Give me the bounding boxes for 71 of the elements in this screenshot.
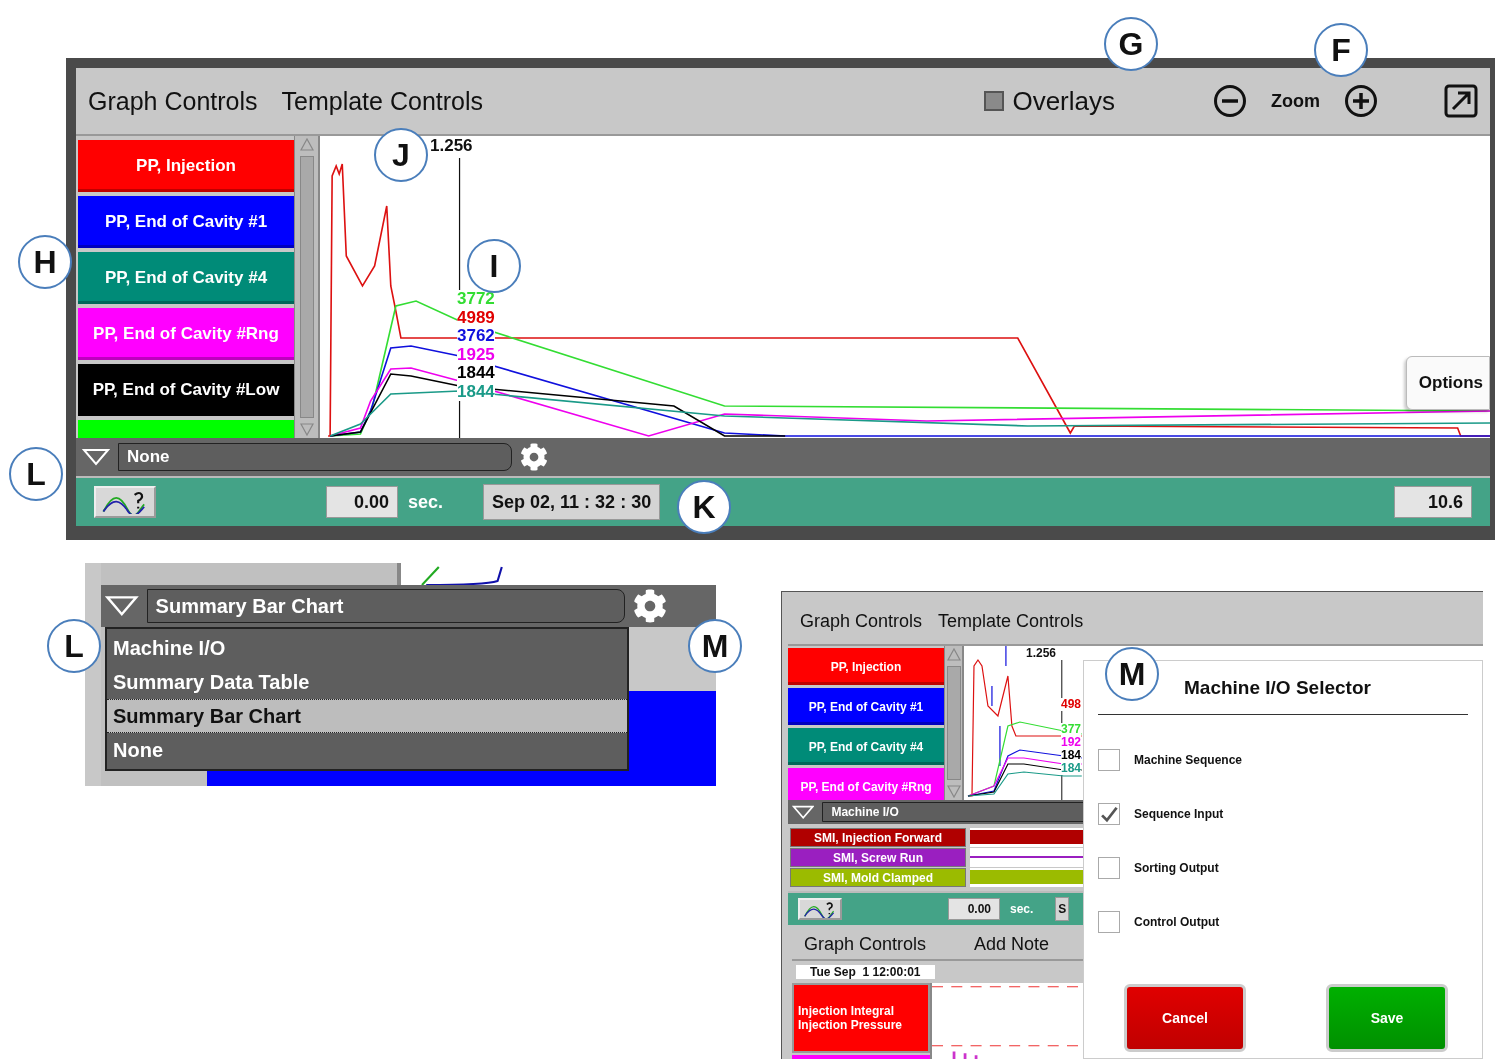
- cursor-reading: 3762: [457, 327, 495, 346]
- callout-label: H: [18, 235, 72, 289]
- io-signal-label[interactable]: SMI, Screw Run: [790, 848, 966, 867]
- legend-item[interactable]: PP, End of Cavity #Low: [78, 364, 294, 416]
- legend-item[interactable]: PP, End of Cavity #4: [78, 252, 294, 304]
- timestamp-field: S: [1055, 897, 1070, 921]
- settings-icon[interactable]: [520, 443, 548, 471]
- time-field[interactable]: 0.00: [948, 898, 1000, 920]
- graph-help-button[interactable]: [94, 486, 156, 518]
- end-time-field[interactable]: 10.6: [1394, 486, 1472, 518]
- legend-item[interactable]: PP, End of Cavity #1: [788, 688, 944, 725]
- unit-label: sec.: [1010, 902, 1034, 916]
- callout-label: M: [688, 619, 742, 673]
- graph-help-icon: [803, 900, 837, 918]
- menu-item[interactable]: Graph Controls: [804, 933, 927, 955]
- checkbox[interactable]: [1098, 857, 1120, 879]
- menu-item[interactable]: Add Note: [974, 933, 1050, 955]
- cancel-button[interactable]: Cancel: [1124, 984, 1246, 1052]
- save-button[interactable]: Save: [1326, 984, 1448, 1052]
- dropdown-triangle-icon[interactable]: [792, 804, 815, 820]
- zoom-in-icon[interactable]: [1344, 84, 1378, 118]
- zoom-label: Zoom: [1271, 90, 1320, 112]
- timestamp-label: Tue Sep 1 12:00:01: [796, 965, 935, 979]
- dropdown-option[interactable]: Summary Bar Chart: [107, 699, 627, 733]
- zoom-out-icon[interactable]: [1213, 84, 1247, 118]
- legend-item[interactable]: PP, End of Cavity #4: [788, 728, 944, 765]
- options-button[interactable]: Options: [1405, 356, 1490, 410]
- dropdown-triangle-icon[interactable]: [82, 448, 110, 466]
- callout-label: L: [47, 619, 101, 673]
- checkbox-label: Sorting Output: [1134, 861, 1219, 875]
- graph-help-button[interactable]: [798, 898, 842, 920]
- overlays-checkbox[interactable]: [984, 91, 1005, 111]
- view-select[interactable]: None: [118, 443, 512, 471]
- settings-icon[interactable]: [632, 589, 667, 623]
- dropdown-option[interactable]: Machine I/O: [107, 631, 627, 665]
- checkbox-label: Machine Sequence: [1134, 753, 1243, 767]
- cursor-reading: 3772: [457, 290, 495, 309]
- dropdown-triangle-icon[interactable]: [105, 595, 139, 617]
- menu-item[interactable]: Graph Controls: [88, 86, 258, 116]
- legend-item[interactable]: PP, Injection: [788, 648, 944, 685]
- view-select[interactable]: Summary Bar Chart: [146, 589, 625, 623]
- cursor-reading: 498: [1061, 698, 1082, 711]
- checkbox[interactable]: [1098, 803, 1120, 825]
- menu-item[interactable]: Template Controls: [938, 610, 1084, 632]
- cursor-value: 1.256: [1026, 646, 1057, 660]
- menu-item[interactable]: Graph Controls: [800, 610, 923, 632]
- time-field[interactable]: 0.00: [326, 486, 398, 518]
- legend-item[interactable]: PP, Injection: [78, 140, 294, 192]
- cursor-reading: 377: [1061, 723, 1082, 736]
- cursor-reading: 192: [1061, 736, 1082, 749]
- menu-item[interactable]: Template Controls: [281, 86, 483, 116]
- unit-label: sec.: [408, 491, 444, 513]
- callout-label: L: [9, 447, 63, 501]
- cursor-reading: 184: [1061, 762, 1082, 775]
- callout-label: F: [1314, 23, 1368, 77]
- checkbox[interactable]: [1098, 911, 1120, 933]
- timestamp-field: Sep 02, 11 : 32 : 30: [483, 484, 661, 520]
- expand-icon[interactable]: [1444, 84, 1478, 118]
- dropdown-option[interactable]: None: [107, 733, 627, 767]
- cursor-reading: 184: [1061, 749, 1082, 762]
- io-signal-label[interactable]: SMI, Injection Forward: [790, 828, 966, 847]
- checkbox-label: Control Output: [1134, 915, 1220, 929]
- legend-item[interactable]: PP, End of Cavity #1: [78, 196, 294, 248]
- cursor-reading: 1844: [457, 364, 495, 383]
- checkbox-label: Sequence Input: [1134, 807, 1224, 821]
- dropdown-option[interactable]: Summary Data Table: [107, 665, 627, 699]
- callout-label: G: [1104, 17, 1158, 71]
- overlays-label: Overlays: [1012, 85, 1115, 117]
- checkbox[interactable]: [1098, 749, 1120, 771]
- legend-item[interactable]: Injection Integral Injection Pressure: [792, 983, 930, 1053]
- graph-line: [953, 1050, 977, 1059]
